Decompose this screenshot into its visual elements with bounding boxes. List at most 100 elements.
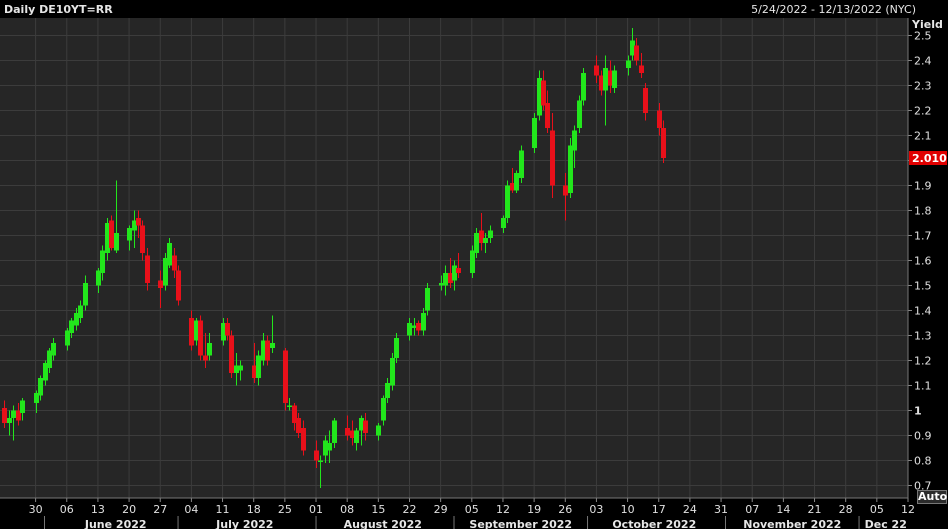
- month-label: Dec 22: [865, 518, 907, 529]
- candle-body: [145, 255, 150, 283]
- y-axis-label: Yield: [911, 18, 943, 31]
- y-tick-label: 2.3: [914, 80, 932, 93]
- candle-up: [505, 180, 510, 223]
- candle-body: [318, 460, 323, 462]
- x-tick-label: 29: [434, 503, 448, 516]
- candle-body: [176, 270, 181, 301]
- candle-body: [256, 355, 261, 378]
- y-tick-label: 1.9: [914, 180, 932, 193]
- date-range: 5/24/2022 - 12/13/2022 (NYC): [751, 3, 916, 16]
- candle-body: [332, 420, 337, 443]
- last-value-label: 2.010: [912, 152, 947, 165]
- candle-up: [514, 170, 519, 193]
- candle-body: [229, 335, 234, 373]
- x-tick-label: 11: [216, 503, 230, 516]
- y-tick-label: 0.9: [914, 430, 932, 443]
- candle-up: [581, 68, 586, 106]
- candle-body: [661, 128, 666, 158]
- candle-body: [189, 318, 194, 346]
- candle-body: [470, 250, 475, 273]
- y-axis: 0.70.80.911.11.21.31.41.51.61.71.81.92.0…: [907, 18, 943, 498]
- candle-up: [390, 353, 395, 391]
- candle-body: [158, 280, 163, 288]
- candle-body: [83, 283, 88, 306]
- candle-body: [172, 255, 177, 271]
- candle-body: [657, 110, 662, 128]
- candle-down: [109, 215, 114, 251]
- candle-body: [354, 430, 359, 443]
- candle-down: [283, 348, 288, 411]
- x-tick-label: 06: [60, 503, 74, 516]
- month-label: August 2022: [344, 518, 422, 529]
- candle-body: [639, 65, 644, 73]
- candle-body: [11, 410, 16, 418]
- candle-body: [505, 185, 510, 218]
- candle-down: [198, 315, 203, 361]
- month-label: October 2022: [612, 518, 696, 529]
- candle-up: [532, 113, 537, 153]
- x-tick-label: 18: [247, 503, 261, 516]
- x-tick-label: 30: [29, 503, 43, 516]
- candle-body: [69, 320, 74, 333]
- candle-body: [488, 230, 493, 238]
- candle-body: [363, 420, 368, 433]
- candle-body: [287, 405, 292, 407]
- candle-body: [550, 130, 555, 186]
- candle-body: [100, 250, 105, 273]
- x-axis: 30 06 13 20 27 04 11 18 25 01 08 15 22 29 05 12 19 26 03 10…: [0, 497, 915, 529]
- candle-body: [198, 320, 203, 356]
- x-tick-label: 19: [527, 503, 541, 516]
- candle-body: [545, 103, 550, 128]
- instrument-title: Daily DE10YT=RR: [4, 3, 113, 16]
- x-tick-label: 25: [278, 503, 292, 516]
- candle-body: [501, 218, 506, 228]
- candle-body: [265, 340, 270, 361]
- candle-body: [225, 323, 230, 336]
- x-tick-label: 12: [901, 503, 915, 516]
- month-label: September 2022: [469, 518, 572, 529]
- last-value-tag: 2.010: [909, 151, 947, 165]
- y-tick-label: 2.1: [914, 130, 932, 143]
- candle-body: [572, 130, 577, 151]
- candle-body: [421, 313, 426, 331]
- candle-body: [314, 450, 319, 461]
- candle-body: [20, 400, 25, 413]
- x-tick-label: 03: [589, 503, 603, 516]
- x-tick-label: 24: [683, 503, 697, 516]
- candle-body: [563, 185, 568, 196]
- x-tick-label: 05: [465, 503, 479, 516]
- candle-body: [443, 273, 448, 286]
- month-label: November 2022: [743, 518, 841, 529]
- candle-body: [626, 60, 631, 68]
- candle-body: [514, 173, 519, 191]
- candle-body: [407, 323, 412, 336]
- candle-body: [38, 378, 43, 396]
- candle-body: [140, 225, 145, 253]
- x-tick-label: 07: [745, 503, 759, 516]
- candle-body: [127, 228, 132, 241]
- candle-body: [283, 350, 288, 403]
- month-label: July 2022: [215, 518, 273, 529]
- candle-body: [519, 150, 524, 178]
- x-tick-label: 04: [184, 503, 198, 516]
- candle-body: [425, 288, 430, 311]
- x-tick-label: 12: [496, 503, 510, 516]
- x-tick-label: 22: [402, 503, 416, 516]
- candle-body: [416, 323, 421, 331]
- y-tick-label: 2.5: [914, 30, 932, 43]
- candle-body: [532, 118, 537, 148]
- x-tick-label: 13: [91, 503, 105, 516]
- candle-body: [167, 243, 172, 266]
- y-tick-label: 1.1: [914, 380, 932, 393]
- candle-body: [577, 100, 582, 128]
- candle-up: [577, 95, 582, 133]
- plot-area: [0, 18, 908, 498]
- candle-body: [603, 68, 608, 91]
- candle-body: [270, 343, 275, 348]
- candle-body: [51, 343, 56, 356]
- candle-body: [301, 428, 306, 451]
- auto-scale-button[interactable]: Auto: [917, 490, 947, 504]
- y-tick-label: 0.8: [914, 455, 932, 468]
- candle-body: [376, 425, 381, 436]
- y-tick-label: 1: [914, 405, 922, 418]
